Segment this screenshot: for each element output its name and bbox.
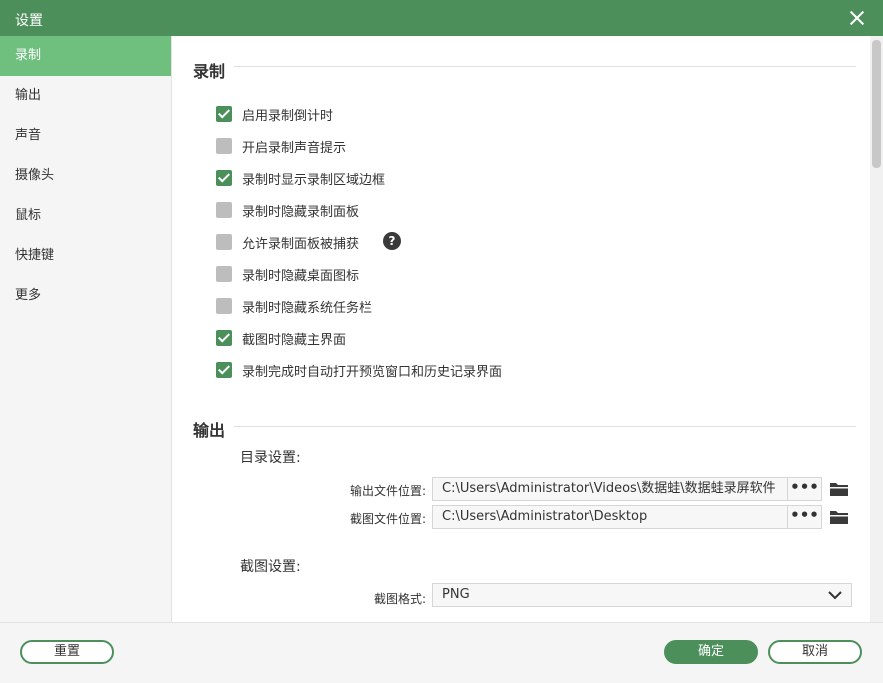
capture-settings-title: 截图设置: [240,559,301,575]
close-icon[interactable] [847,8,867,28]
output-path-value: C:\Users\Administrator\Videos\数据蛙\数据蛙录屏软… [442,481,776,496]
output-path-field[interactable]: C:\Users\Administrator\Videos\数据蛙\数据蛙录屏软… [432,477,822,501]
option-countdown[interactable]: 启用录制倒计时 [216,104,333,124]
option-hide-desktop-icons[interactable]: 录制时隐藏桌面图标 [216,264,359,284]
sidebar-item-output[interactable]: 输出 [0,76,171,116]
help-icon[interactable]: ? [383,232,401,250]
sidebar: 录制 输出 声音 摄像头 鼠标 快捷键 更多 [0,36,172,622]
checkbox[interactable] [216,170,232,186]
option-label: 开启录制声音提示 [242,140,347,156]
option-sound-prompt[interactable]: 开启录制声音提示 [216,136,346,156]
record-section-title: 录制 [193,62,226,81]
sidebar-item-camera[interactable]: 摄像头 [0,156,171,196]
sidebar-item-more[interactable]: 更多 [0,276,171,316]
ok-button[interactable]: 确定 [664,640,758,664]
option-label: 截图时隐藏主界面 [242,332,347,348]
section-divider [234,426,856,427]
folder-icon[interactable] [829,481,849,497]
checkbox[interactable] [216,138,232,154]
checkbox[interactable] [216,234,232,250]
format-value: PNG [442,587,470,602]
section-divider [234,66,856,67]
option-hide-panel[interactable]: 录制时隐藏录制面板 [216,200,359,220]
option-label: 允许录制面板被捕获 [242,236,360,252]
checkbox[interactable] [216,298,232,314]
chevron-down-icon [828,591,842,600]
option-label: 录制时隐藏桌面图标 [242,268,360,284]
option-hide-main-on-screenshot[interactable]: 截图时隐藏主界面 [216,328,346,348]
option-allow-panel-capture[interactable]: 允许录制面板被捕获 [216,232,359,252]
screenshot-path-value: C:\Users\Administrator\Desktop [442,509,648,524]
folder-icon[interactable] [829,509,849,525]
format-label: 截图格式: [373,592,426,606]
sidebar-item-mouse[interactable]: 鼠标 [0,196,171,236]
option-label: 录制完成时自动打开预览窗口和历史记录界面 [242,364,503,380]
window-title: 设置 [15,13,43,29]
format-select[interactable]: PNG [432,583,852,607]
option-label: 录制时隐藏录制面板 [242,204,360,220]
option-label: 录制时显示录制区域边框 [242,172,386,188]
output-section-title: 输出 [193,421,226,440]
option-show-region-border[interactable]: 录制时显示录制区域边框 [216,168,385,188]
footer: 重置 确定 取消 [0,622,883,683]
checkbox[interactable] [216,106,232,122]
settings-content: 录制 启用录制倒计时 开启录制声音提示 录制时显示录制区域边框 录制时隐藏录制面… [172,36,870,622]
option-hide-taskbar[interactable]: 录制时隐藏系统任务栏 [216,296,372,316]
option-label: 录制时隐藏系统任务栏 [242,300,373,316]
checkbox[interactable] [216,330,232,346]
checkbox[interactable] [216,362,232,378]
sidebar-item-record[interactable]: 录制 [0,36,171,76]
title-bar: 设置 [0,0,883,36]
option-label: 启用录制倒计时 [242,108,334,124]
output-path-label: 输出文件位置: [349,484,426,498]
browse-output-button[interactable]: ••• [787,478,821,500]
screenshot-path-field[interactable]: C:\Users\Administrator\Desktop ••• [432,505,822,529]
cancel-button[interactable]: 取消 [768,640,862,664]
option-open-preview-after-record[interactable]: 录制完成时自动打开预览窗口和历史记录界面 [216,360,502,380]
screenshot-path-label: 截图文件位置: [349,512,426,526]
checkbox[interactable] [216,202,232,218]
browse-screenshot-button[interactable]: ••• [787,506,821,528]
scrollbar-thumb[interactable] [872,40,881,168]
reset-button[interactable]: 重置 [20,640,114,664]
dir-settings-title: 目录设置: [240,450,301,466]
scrollbar[interactable] [870,36,883,622]
sidebar-item-hotkeys[interactable]: 快捷键 [0,236,171,276]
sidebar-item-audio[interactable]: 声音 [0,116,171,156]
checkbox[interactable] [216,266,232,282]
